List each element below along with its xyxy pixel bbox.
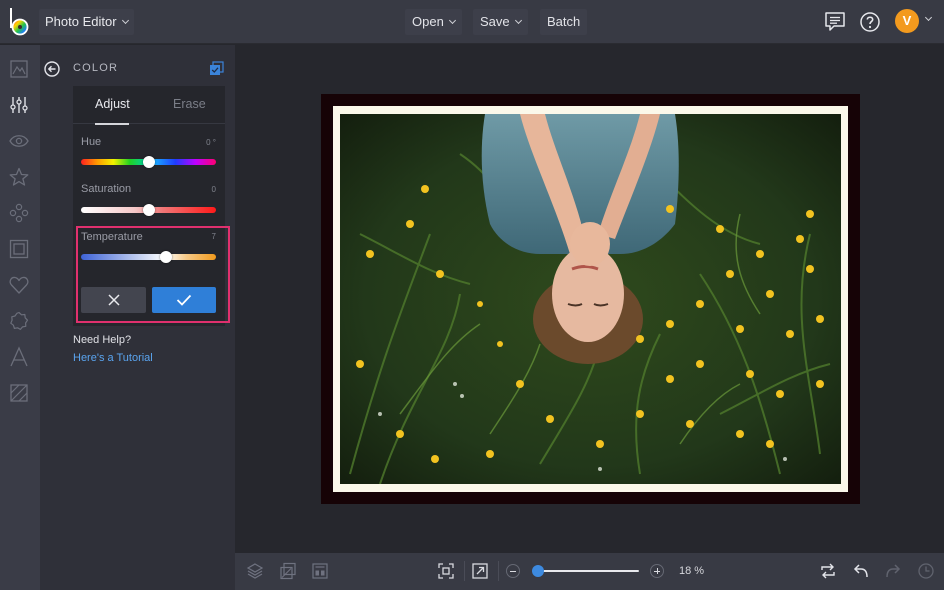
temperature-slider-thumb[interactable]: [160, 251, 173, 263]
temperature-value: 7: [211, 232, 216, 241]
feedback-icon[interactable]: [823, 10, 847, 34]
zoom-out-button[interactable]: [506, 564, 520, 578]
cancel-button[interactable]: [81, 287, 146, 313]
tutorial-link[interactable]: Here's a Tutorial: [73, 352, 153, 364]
text-icon[interactable]: [8, 346, 30, 368]
bottom-toolbar: 18 %: [235, 553, 944, 590]
template-icon[interactable]: [311, 562, 329, 580]
texture-icon[interactable]: [8, 382, 30, 404]
hue-label: Hue: [81, 136, 102, 148]
frame-icon[interactable]: [8, 238, 30, 260]
tab-erase[interactable]: Erase: [173, 97, 206, 111]
chevron-down-icon: [514, 16, 522, 25]
zoom-slider[interactable]: [533, 570, 639, 572]
help-icon[interactable]: [858, 10, 882, 34]
adjustments-icon[interactable]: [8, 94, 30, 116]
batch-label: Batch: [547, 14, 581, 29]
divider: [464, 561, 465, 581]
history-icon[interactable]: [917, 562, 935, 580]
chevron-down-icon: [448, 16, 456, 25]
panel-title: COLOR: [73, 62, 119, 74]
divider: [498, 561, 499, 581]
app-switcher-dropdown[interactable]: Photo Editor: [39, 9, 134, 35]
app-logo-icon[interactable]: [9, 6, 31, 38]
zoom-in-button[interactable]: [650, 564, 664, 578]
replace-image-icon[interactable]: [279, 562, 297, 580]
undo-icon[interactable]: [852, 562, 870, 580]
temperature-slider[interactable]: [81, 254, 216, 260]
checkmark-icon: [176, 294, 192, 306]
saturation-label: Saturation: [81, 183, 132, 195]
save-label: Save: [480, 14, 510, 29]
app-switcher-label: Photo Editor: [45, 14, 117, 29]
panel-tabs: Adjust Erase: [73, 86, 225, 125]
save-button[interactable]: Save: [473, 9, 528, 35]
photo-image[interactable]: [340, 114, 841, 484]
temperature-label: Temperature: [81, 231, 143, 243]
hue-slider-thumb[interactable]: [142, 156, 155, 168]
apply-to-layers-icon[interactable]: [209, 61, 224, 76]
saturation-value: 0: [211, 185, 216, 194]
help-title: Need Help?: [73, 334, 132, 346]
open-label: Open: [412, 14, 444, 29]
close-icon: [107, 294, 120, 306]
eye-icon[interactable]: [8, 130, 30, 152]
swap-icon[interactable]: [819, 562, 837, 580]
color-panel: COLOR Adjust Erase Hue 0 ° Saturation 0 …: [40, 45, 235, 590]
chevron-down-icon[interactable]: [924, 13, 933, 22]
saturation-slider-thumb[interactable]: [142, 204, 155, 216]
apply-button[interactable]: [152, 287, 216, 313]
graphics-icon[interactable]: [8, 202, 30, 224]
layers-icon[interactable]: [246, 562, 264, 580]
top-bar: Photo Editor Open Save Batch V: [0, 0, 944, 44]
actual-size-icon[interactable]: [471, 562, 489, 580]
batch-button[interactable]: Batch: [540, 9, 588, 35]
hue-value: 0 °: [206, 138, 216, 147]
redo-icon[interactable]: [884, 562, 902, 580]
back-arrow-icon[interactable]: [44, 61, 60, 77]
image-icon[interactable]: [8, 58, 30, 80]
user-avatar[interactable]: V: [895, 9, 919, 33]
active-tab-indicator: [95, 123, 129, 125]
badge-icon[interactable]: [8, 310, 30, 332]
open-button[interactable]: Open: [405, 9, 462, 35]
photo-editor-app: Photo Editor Open Save Batch V COLOR Adj…: [0, 0, 944, 590]
zoom-level: 18 %: [679, 565, 705, 577]
star-icon[interactable]: [8, 166, 30, 188]
tool-rail: [0, 45, 40, 590]
heart-icon[interactable]: [8, 274, 30, 296]
chevron-down-icon: [121, 16, 129, 25]
photo-illustration: [340, 114, 841, 484]
tab-adjust[interactable]: Adjust: [95, 97, 130, 111]
fit-to-screen-icon[interactable]: [437, 562, 455, 580]
zoom-slider-thumb[interactable]: [532, 565, 544, 577]
